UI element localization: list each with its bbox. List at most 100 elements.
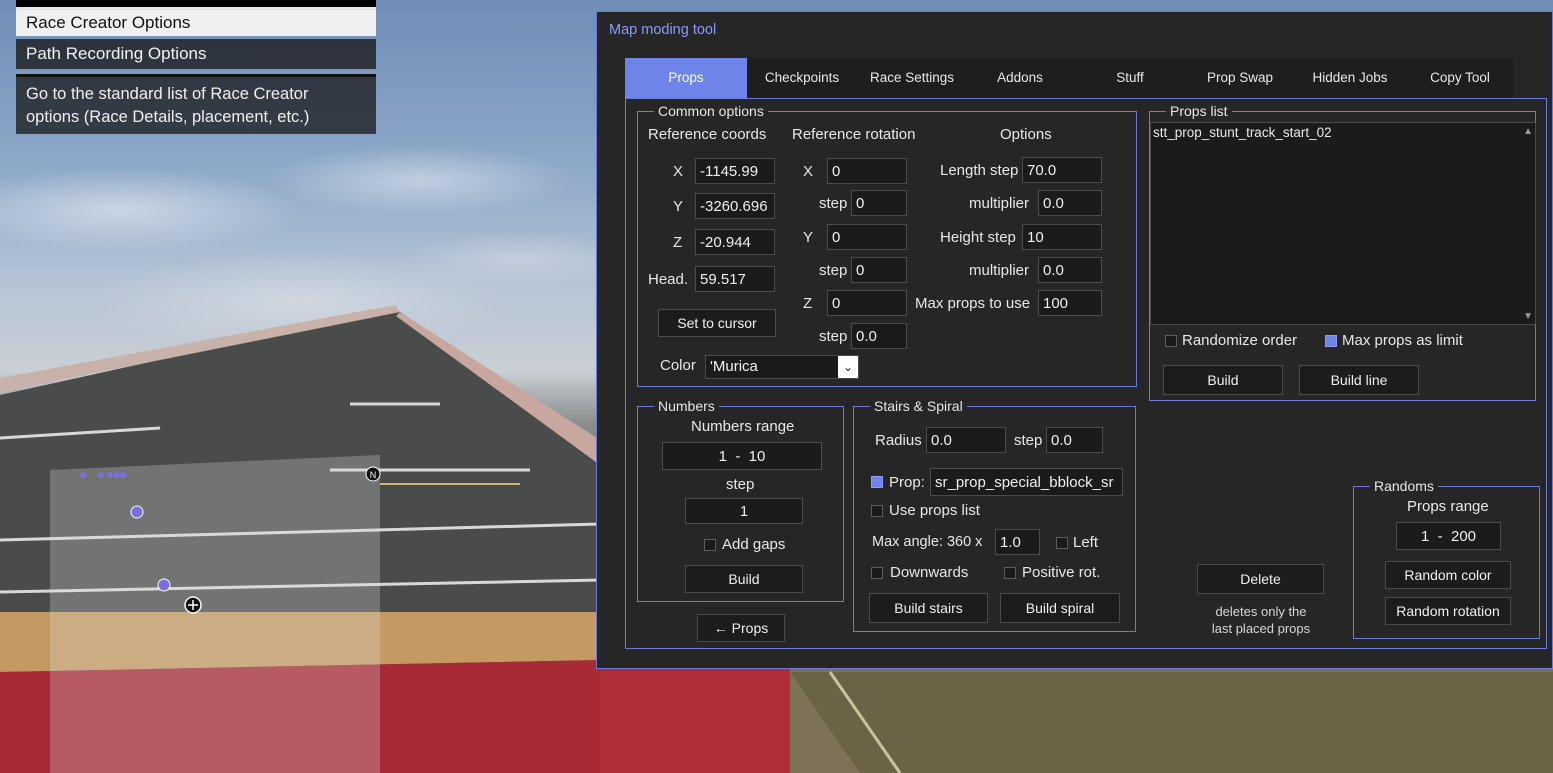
heading-input[interactable]: 59.517 <box>695 266 775 292</box>
tab-checkpoints[interactable]: Checkpoints <box>747 58 857 98</box>
rotation-x-step-label: step <box>819 195 848 212</box>
positive-rot-label: Positive rot. <box>1022 564 1101 581</box>
menu-item-path-recording-options[interactable]: Path Recording Options <box>16 39 376 69</box>
tab-copy-tool[interactable]: Copy Tool <box>1407 58 1513 98</box>
numbers-range-label: Numbers range <box>691 418 795 435</box>
color-select[interactable]: 'Murica ⌄ <box>705 355 859 379</box>
stairs-prop-input[interactable]: sr_prop_special_bblock_sr <box>930 468 1123 496</box>
north-marker-label: N <box>370 470 377 480</box>
tab-addons[interactable]: Addons <box>967 58 1073 98</box>
path-node[interactable] <box>107 472 113 478</box>
height-step-label: Height step <box>940 229 1016 246</box>
radius-label: Radius <box>875 432 922 449</box>
menu-header-bar <box>16 0 376 7</box>
build-line-button[interactable]: Build line <box>1299 365 1419 395</box>
coord-y-input[interactable]: -3260.696 <box>695 193 775 219</box>
max-props-input[interactable]: 100 <box>1038 290 1102 316</box>
downwards-label: Downwards <box>890 564 969 581</box>
numbers-range-input[interactable]: 1 - 10 <box>662 442 822 470</box>
length-step-input[interactable]: 70.0 <box>1022 157 1102 183</box>
randomize-order-checkbox[interactable] <box>1165 335 1177 347</box>
add-gaps-checkbox[interactable] <box>704 539 716 551</box>
path-node[interactable] <box>98 472 104 478</box>
random-rotation-button[interactable]: Random rotation <box>1385 597 1511 625</box>
build-spiral-button[interactable]: Build spiral <box>1000 593 1120 623</box>
use-props-list-checkbox[interactable] <box>871 505 883 517</box>
random-color-button[interactable]: Random color <box>1385 561 1511 589</box>
scroll-down-icon[interactable]: ▼ <box>1523 311 1533 322</box>
max-angle-input[interactable]: 1.0 <box>995 529 1040 555</box>
back-to-props-button[interactable]: ← Props <box>697 614 785 642</box>
props-range-input[interactable]: 1 - 200 <box>1396 522 1501 550</box>
rotation-y-step-input[interactable]: 0 <box>851 257 907 283</box>
tab-stuff[interactable]: Stuff <box>1073 58 1187 98</box>
coord-z-input[interactable]: -20.944 <box>695 229 775 255</box>
window-title: Map moding tool <box>609 22 717 38</box>
path-node[interactable] <box>114 472 120 478</box>
path-node[interactable] <box>80 472 86 478</box>
rotation-z-step-input[interactable]: 0.0 <box>851 323 907 349</box>
coord-x-input[interactable]: -1145.99 <box>695 158 775 184</box>
scroll-up-icon[interactable]: ▲ <box>1523 126 1533 137</box>
length-step-label: Length step <box>940 162 1019 179</box>
delete-note-line2: last placed props <box>1211 621 1311 636</box>
map-moding-tool-window[interactable]: Map moding tool Props Checkpoints Race S… <box>596 11 1553 669</box>
left-checkbox[interactable] <box>1056 537 1068 549</box>
tab-bar: Props Checkpoints Race Settings Addons S… <box>625 58 1513 98</box>
heading-label: Head. <box>648 271 689 288</box>
props-list-item[interactable]: stt_prop_stunt_track_start_02 <box>1151 123 1535 142</box>
height-multiplier-input[interactable]: 0.0 <box>1038 257 1102 283</box>
color-select-value: 'Murica <box>710 358 758 375</box>
left-label: Left <box>1073 534 1099 551</box>
max-props-limit-label: Max props as limit <box>1342 332 1463 349</box>
tab-prop-swap[interactable]: Prop Swap <box>1187 58 1293 98</box>
ref-coords-header: Reference coords <box>648 126 767 143</box>
delete-note: deletes only the last placed props <box>1186 603 1336 637</box>
stairs-spiral-legend: Stairs & Spiral <box>874 398 963 414</box>
build-stairs-button[interactable]: Build stairs <box>869 593 988 623</box>
numbers-legend: Numbers <box>658 398 715 414</box>
tab-hidden-jobs[interactable]: Hidden Jobs <box>1293 58 1407 98</box>
delete-button[interactable]: Delete <box>1197 564 1324 594</box>
positive-rot-checkbox[interactable] <box>1004 567 1016 579</box>
rotation-z-input[interactable]: 0 <box>827 290 907 316</box>
tab-race-settings[interactable]: Race Settings <box>857 58 967 98</box>
rotation-y-label: Y <box>803 229 814 246</box>
prop-checkbox[interactable] <box>871 476 883 488</box>
path-node[interactable] <box>120 472 126 478</box>
height-step-input[interactable]: 10 <box>1022 224 1102 250</box>
props-list-legend: Props list <box>1170 103 1228 119</box>
rotation-x-step-input[interactable]: 0 <box>851 190 907 216</box>
delete-note-line1: deletes only the <box>1215 604 1307 619</box>
numbers-build-button[interactable]: Build <box>685 565 803 593</box>
ghost-prop <box>50 455 380 773</box>
height-multiplier-label: multiplier <box>969 262 1030 279</box>
use-props-list-label: Use props list <box>889 502 980 519</box>
rotation-x-input[interactable]: 0 <box>827 158 907 184</box>
ref-rotation-header: Reference rotation <box>792 126 916 143</box>
chevron-down-icon[interactable]: ⌄ <box>838 356 858 378</box>
rotation-y-input[interactable]: 0 <box>827 224 907 250</box>
max-angle-label: Max angle: 360 x <box>872 534 983 550</box>
props-build-button[interactable]: Build <box>1163 365 1283 395</box>
add-gaps-label: Add gaps <box>722 536 786 553</box>
length-multiplier-input[interactable]: 0.0 <box>1038 190 1102 216</box>
numbers-step-input[interactable]: 1 <box>685 498 803 524</box>
props-listbox[interactable]: stt_prop_stunt_track_start_02 ▲ ▼ <box>1150 122 1536 325</box>
length-multiplier-label: multiplier <box>969 195 1030 212</box>
common-options-legend: Common options <box>658 103 764 119</box>
spiral-step-label: step <box>1014 432 1043 449</box>
set-to-cursor-button[interactable]: Set to cursor <box>658 309 776 337</box>
path-node[interactable] <box>157 578 171 592</box>
spiral-step-input[interactable]: 0.0 <box>1046 427 1103 453</box>
options-header: Options <box>1000 126 1052 143</box>
path-node[interactable] <box>130 505 144 519</box>
max-props-limit-checkbox[interactable] <box>1325 335 1337 347</box>
tab-props[interactable]: Props <box>625 58 747 98</box>
downwards-checkbox[interactable] <box>871 567 883 579</box>
numbers-step-label: step <box>726 476 755 493</box>
menu-description: Go to the standard list of Race Creator … <box>16 74 376 134</box>
menu-item-race-creator-options[interactable]: Race Creator Options <box>16 7 376 36</box>
radius-input[interactable]: 0.0 <box>926 427 1006 453</box>
prop-label: Prop: <box>889 474 925 491</box>
